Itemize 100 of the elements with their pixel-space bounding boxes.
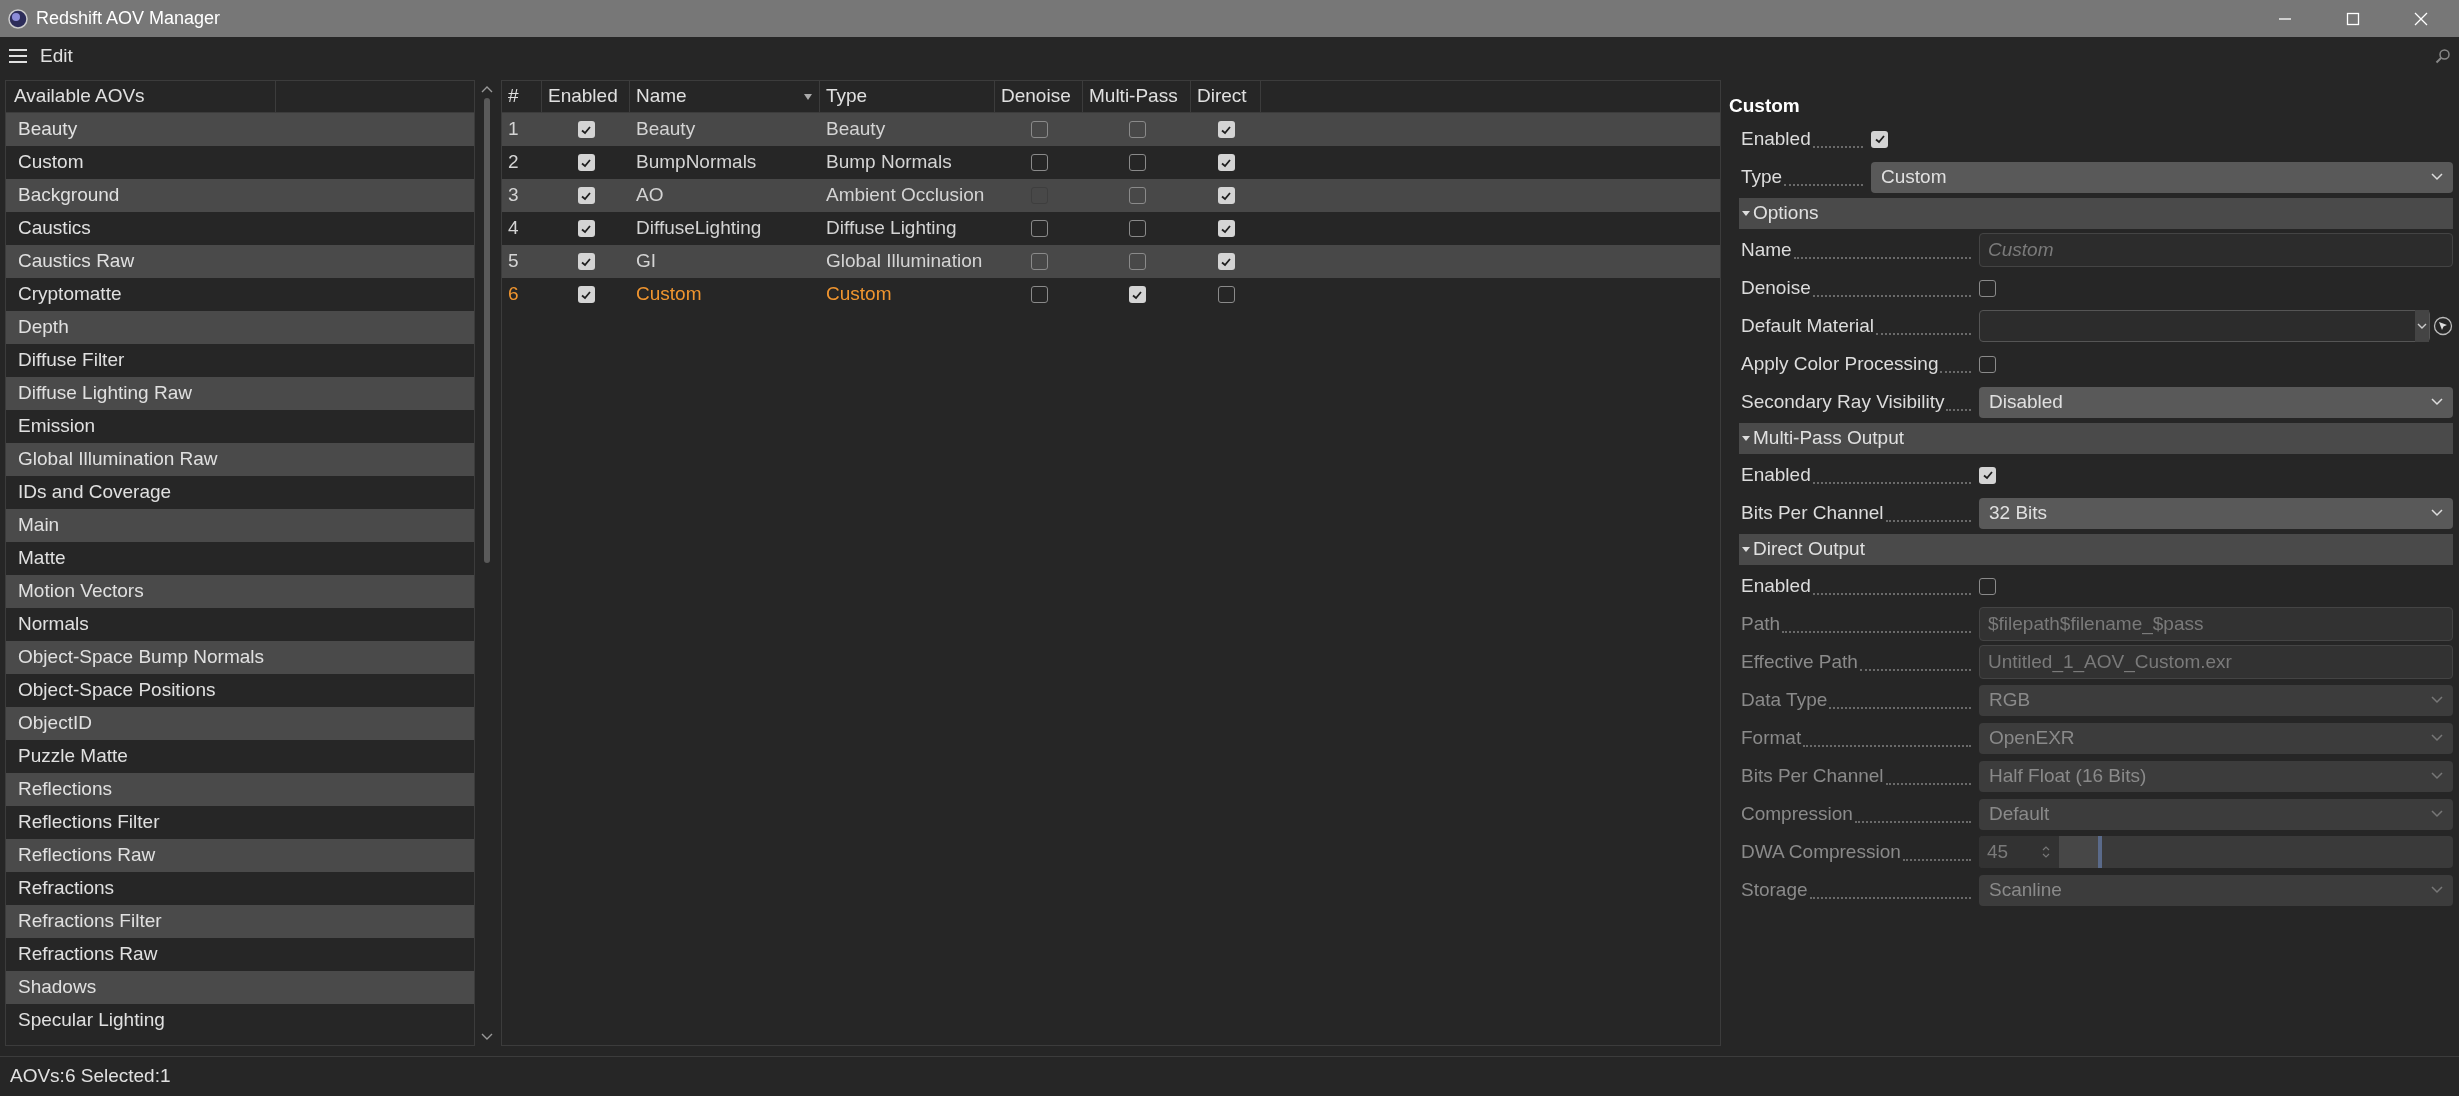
leader-line	[1812, 146, 1863, 149]
field-label: Effective Path	[1741, 649, 1858, 674]
table-row[interactable]: 5 GI Global Illumination	[502, 245, 1720, 278]
list-item[interactable]: Diffuse Lighting Raw	[6, 377, 474, 410]
checkbox[interactable]	[1128, 121, 1146, 138]
checkbox[interactable]	[577, 220, 595, 237]
checkbox[interactable]	[1030, 121, 1048, 138]
checkbox[interactable]	[1217, 220, 1235, 237]
section-header[interactable]: Direct Output	[1739, 534, 2453, 565]
window-title: Redshift AOV Manager	[36, 7, 221, 30]
field-label: Denoise	[1741, 275, 1811, 300]
list-item[interactable]: Main	[6, 509, 474, 542]
checkbox[interactable]	[577, 121, 595, 138]
list-item[interactable]: Refractions Filter	[6, 905, 474, 938]
field-label: Format	[1741, 725, 1802, 750]
checkbox[interactable]	[1030, 154, 1048, 171]
checkbox[interactable]	[1979, 466, 1996, 484]
list-item[interactable]: ObjectID	[6, 707, 474, 740]
column-header: Available AOVs	[6, 81, 276, 112]
checkbox[interactable]	[1128, 286, 1146, 303]
checkbox[interactable]	[1217, 187, 1235, 204]
table-cell-text: 4	[507, 216, 520, 241]
checkbox[interactable]	[1030, 286, 1048, 303]
table-cell-text: GI	[635, 249, 658, 274]
table-row[interactable]: 1 Beauty Beauty	[502, 113, 1720, 146]
checkbox[interactable]	[1217, 286, 1235, 303]
list-item[interactable]: Reflections Raw	[6, 839, 474, 872]
list-item[interactable]: Object-Space Bump Normals	[6, 641, 474, 674]
field-label: Enabled	[1741, 126, 1811, 151]
checkbox[interactable]	[577, 154, 595, 171]
table-row[interactable]: 3 AO Ambient Occlusion	[502, 179, 1720, 212]
checkbox[interactable]	[1217, 253, 1235, 270]
dropdown[interactable]: Disabled	[1979, 386, 2453, 418]
leader-line	[1940, 371, 1971, 374]
dropdown[interactable]: 32 Bits	[1979, 497, 2453, 529]
field-label: Default Material	[1741, 313, 1875, 338]
field-label: Bits Per Channel	[1741, 500, 1884, 525]
check-icon	[1873, 133, 1886, 145]
scroll-down-icon[interactable]	[480, 1032, 494, 1042]
table-cell-text: Custom	[825, 282, 893, 307]
checkbox[interactable]	[1979, 355, 1996, 373]
field-label: Apply Color Processing	[1741, 351, 1939, 376]
checkbox[interactable]	[1030, 220, 1048, 237]
field-label: Storage	[1741, 877, 1808, 902]
scroll-up-icon[interactable]	[480, 84, 494, 94]
list-item[interactable]: Caustics Raw	[6, 245, 474, 278]
material-field[interactable]	[1979, 310, 2430, 342]
list-item[interactable]: Shadows	[6, 971, 474, 1004]
status-text: AOVs:6 Selected:1	[10, 1064, 171, 1089]
expand-triangle-icon[interactable]	[1741, 545, 1751, 554]
table-cell-text: Beauty	[635, 117, 697, 142]
table-cell-text: BumpNormals	[635, 150, 758, 175]
checkbox[interactable]	[1979, 577, 1996, 595]
checkbox[interactable]	[1128, 220, 1146, 237]
maximize-icon	[2346, 11, 2360, 26]
dropdown[interactable]: Custom	[1871, 161, 2453, 193]
checkbox[interactable]	[1128, 154, 1146, 171]
column-header[interactable]: Direct	[1191, 81, 1261, 112]
column-header[interactable]: Name	[630, 81, 820, 112]
column-header[interactable]: Multi-Pass	[1083, 81, 1191, 112]
checkbox[interactable]	[577, 253, 595, 270]
expand-triangle-icon[interactable]	[1741, 434, 1751, 443]
list-item[interactable]: Background	[6, 179, 474, 212]
inspector-title: Custom	[1729, 94, 1801, 118]
checkbox[interactable]	[1128, 187, 1146, 204]
list-item[interactable]: Motion Vectors	[6, 575, 474, 608]
field-label: Type	[1741, 164, 1783, 189]
table-cell-text: 5	[507, 249, 520, 274]
close-icon	[2414, 11, 2428, 26]
section-header[interactable]: Multi-Pass Output	[1739, 423, 2453, 454]
field-label: Data Type	[1741, 687, 1828, 712]
search-icon[interactable]	[2435, 48, 2451, 64]
section-header[interactable]: Options	[1739, 198, 2453, 229]
sort-icon[interactable]	[803, 92, 813, 101]
checkbox[interactable]	[577, 187, 595, 204]
pick-cursor-icon[interactable]	[2433, 316, 2453, 336]
list-item[interactable]: Depth	[6, 311, 474, 344]
checkbox[interactable]	[1030, 253, 1048, 270]
table-cell-text: DiffuseLighting	[635, 216, 763, 241]
column-header[interactable]: #	[502, 81, 542, 112]
checkbox[interactable]	[1979, 279, 1996, 297]
spinner-arrows-icon[interactable]	[2041, 844, 2051, 860]
column-header[interactable]: Enabled	[542, 81, 630, 112]
list-item[interactable]: Global Illumination Raw	[6, 443, 474, 476]
expand-triangle-icon[interactable]	[1741, 209, 1751, 218]
edit-menu[interactable]: Edit	[40, 41, 73, 71]
scrollbar-thumb[interactable]	[484, 98, 490, 563]
list-item[interactable]: Beauty	[6, 113, 474, 146]
menu-icon[interactable]	[8, 48, 28, 64]
checkbox[interactable]	[1871, 130, 1888, 148]
checkbox[interactable]	[1217, 154, 1235, 171]
field-label: Secondary Ray Visibility	[1741, 389, 1945, 414]
field-label: DWA Compression	[1741, 839, 1901, 864]
checkbox[interactable]	[1217, 121, 1235, 138]
list-item[interactable]: Reflections	[6, 773, 474, 806]
checkbox[interactable]	[577, 286, 595, 303]
column-header[interactable]: Denoise	[995, 81, 1083, 112]
table-cell-text: 3	[507, 183, 520, 208]
checkbox[interactable]	[1128, 253, 1146, 270]
column-header[interactable]: Type	[820, 81, 995, 112]
